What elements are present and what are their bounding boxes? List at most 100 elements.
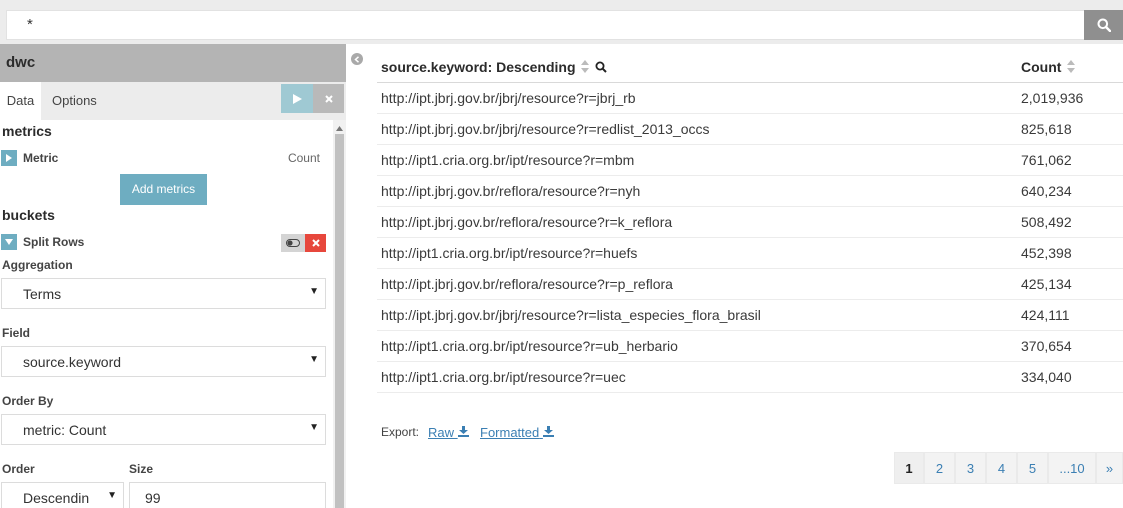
order-value: Descendin bbox=[23, 490, 90, 506]
order-select[interactable]: Descendin ▼ bbox=[1, 482, 124, 508]
chevron-down-icon bbox=[5, 239, 13, 245]
page-10[interactable]: ...10 bbox=[1048, 452, 1096, 484]
sidebar-body: metrics Metric Count Add metrics buckets… bbox=[0, 120, 346, 508]
order-by-value: metric: Count bbox=[23, 422, 107, 438]
table-row: http://ipt1.cria.org.br/ipt/resource?r=h… bbox=[377, 238, 1123, 269]
sort-icon[interactable] bbox=[581, 60, 590, 73]
collapse-toggle[interactable] bbox=[1, 234, 17, 250]
export-raw-label: Raw bbox=[428, 425, 455, 440]
source-keyword-cell: http://ipt.jbrj.gov.br/reflora/resource?… bbox=[381, 276, 673, 292]
table-row: http://ipt.jbrj.gov.br/jbrj/resource?r=l… bbox=[377, 300, 1123, 331]
download-icon bbox=[457, 426, 469, 437]
buckets-heading: buckets bbox=[2, 207, 55, 223]
sort-icon[interactable] bbox=[1067, 60, 1076, 73]
count-cell: 334,040 bbox=[1021, 369, 1072, 385]
disable-agg-button[interactable] bbox=[281, 234, 305, 252]
page-2[interactable]: 2 bbox=[924, 452, 955, 484]
download-icon bbox=[542, 426, 554, 437]
table-row: http://ipt.jbrj.gov.br/reflora/resource?… bbox=[377, 269, 1123, 300]
caret-down-icon: ▼ bbox=[309, 354, 319, 365]
arrow-up-icon bbox=[336, 125, 343, 131]
order-by-label: Order By bbox=[2, 394, 54, 408]
column-header-count[interactable]: Count bbox=[1021, 52, 1076, 82]
collapse-sidebar-button[interactable] bbox=[351, 53, 363, 65]
caret-down-icon: ▼ bbox=[107, 490, 117, 501]
index-title: dwc bbox=[0, 44, 346, 82]
page-3[interactable]: 3 bbox=[955, 452, 986, 484]
page-4[interactable]: 4 bbox=[986, 452, 1017, 484]
export-label: Export: bbox=[381, 425, 420, 439]
metrics-heading: metrics bbox=[2, 123, 52, 139]
query-bar: * bbox=[0, 0, 1123, 44]
count-cell: 825,618 bbox=[1021, 121, 1072, 137]
aggregation-value: Terms bbox=[23, 286, 62, 302]
field-value: source.keyword bbox=[23, 354, 122, 370]
search-button[interactable] bbox=[1084, 10, 1123, 40]
chevron-left-icon bbox=[354, 55, 360, 63]
sidebar: dwc Data Options metrics Metric Count Ad… bbox=[0, 44, 346, 508]
play-icon bbox=[293, 93, 302, 104]
count-cell: 425,134 bbox=[1021, 276, 1072, 292]
caret-down-icon: ▼ bbox=[309, 422, 319, 433]
source-keyword-cell: http://ipt.jbrj.gov.br/jbrj/resource?r=j… bbox=[381, 90, 636, 106]
table-row: http://ipt.jbrj.gov.br/jbrj/resource?r=r… bbox=[377, 114, 1123, 145]
table-row: http://ipt1.cria.org.br/ipt/resource?r=m… bbox=[377, 145, 1123, 176]
column-header-label: source.keyword: Descending bbox=[381, 59, 576, 75]
close-icon bbox=[311, 239, 320, 247]
apply-changes-button[interactable] bbox=[281, 84, 313, 113]
source-keyword-cell: http://ipt1.cria.org.br/ipt/resource?r=h… bbox=[381, 245, 638, 261]
page-1[interactable]: 1 bbox=[894, 452, 924, 484]
metric-agg-row[interactable]: Metric Count bbox=[0, 147, 326, 169]
metric-value: Count bbox=[287, 151, 320, 165]
source-keyword-cell: http://ipt.jbrj.gov.br/jbrj/resource?r=l… bbox=[381, 307, 761, 323]
bucket-agg-row[interactable]: Split Rows bbox=[0, 231, 326, 253]
source-keyword-cell: http://ipt1.cria.org.br/ipt/resource?r=u… bbox=[381, 338, 678, 354]
count-cell: 424,111 bbox=[1021, 307, 1070, 323]
chevron-right-icon bbox=[6, 154, 12, 162]
discard-changes-button[interactable] bbox=[313, 84, 344, 113]
metric-label: Metric bbox=[23, 151, 59, 165]
source-keyword-cell: http://ipt.jbrj.gov.br/reflora/resource?… bbox=[381, 183, 641, 199]
column-header-source[interactable]: source.keyword: Descending bbox=[381, 52, 608, 82]
count-cell: 2,019,936 bbox=[1021, 90, 1084, 106]
count-cell: 370,654 bbox=[1021, 338, 1072, 354]
export-raw-link[interactable]: Raw bbox=[428, 425, 469, 440]
next-page-button[interactable]: » bbox=[1096, 452, 1123, 484]
field-select[interactable]: source.keyword ▼ bbox=[1, 346, 326, 377]
scrollbar-thumb[interactable] bbox=[335, 134, 344, 508]
table-row: http://ipt.jbrj.gov.br/reflora/resource?… bbox=[377, 176, 1123, 207]
table-row: http://ipt1.cria.org.br/ipt/resource?r=u… bbox=[377, 331, 1123, 362]
size-input[interactable]: 99 bbox=[129, 482, 326, 508]
column-header-label: Count bbox=[1021, 59, 1062, 75]
query-input[interactable]: * bbox=[6, 10, 1084, 40]
count-cell: 761,062 bbox=[1021, 152, 1072, 168]
order-by-select[interactable]: metric: Count ▼ bbox=[1, 414, 326, 445]
aggregation-label: Aggregation bbox=[2, 258, 73, 272]
tab-options[interactable]: Options bbox=[52, 82, 97, 120]
source-keyword-cell: http://ipt.jbrj.gov.br/reflora/resource?… bbox=[381, 214, 673, 230]
tab-data[interactable]: Data bbox=[0, 82, 41, 120]
search-icon[interactable] bbox=[595, 61, 608, 73]
size-value: 99 bbox=[145, 490, 161, 506]
remove-agg-button[interactable] bbox=[305, 234, 326, 252]
add-metrics-button[interactable]: Add metrics bbox=[120, 174, 207, 205]
page-5[interactable]: 5 bbox=[1017, 452, 1048, 484]
aggregation-select[interactable]: Terms ▼ bbox=[1, 278, 326, 309]
source-keyword-cell: http://ipt1.cria.org.br/ipt/resource?r=m… bbox=[381, 152, 635, 168]
count-cell: 508,492 bbox=[1021, 214, 1072, 230]
split-rows-label: Split Rows bbox=[23, 235, 85, 249]
export-formatted-link[interactable]: Formatted bbox=[480, 425, 554, 440]
table-row: http://ipt.jbrj.gov.br/reflora/resource?… bbox=[377, 207, 1123, 238]
toggle-icon bbox=[286, 239, 300, 247]
field-label: Field bbox=[2, 326, 31, 340]
scroll-up-arrow[interactable] bbox=[333, 122, 346, 134]
source-keyword-cell: http://ipt.jbrj.gov.br/jbrj/resource?r=r… bbox=[381, 121, 710, 137]
count-cell: 640,234 bbox=[1021, 183, 1072, 199]
order-label: Order bbox=[2, 462, 35, 476]
count-cell: 452,398 bbox=[1021, 245, 1072, 261]
size-label: Size bbox=[129, 462, 154, 476]
table-row: http://ipt.jbrj.gov.br/jbrj/resource?r=j… bbox=[377, 83, 1123, 114]
expand-toggle[interactable] bbox=[1, 150, 17, 166]
table-row: http://ipt1.cria.org.br/ipt/resource?r=u… bbox=[377, 362, 1123, 393]
sidebar-scrollbar[interactable] bbox=[333, 120, 346, 508]
